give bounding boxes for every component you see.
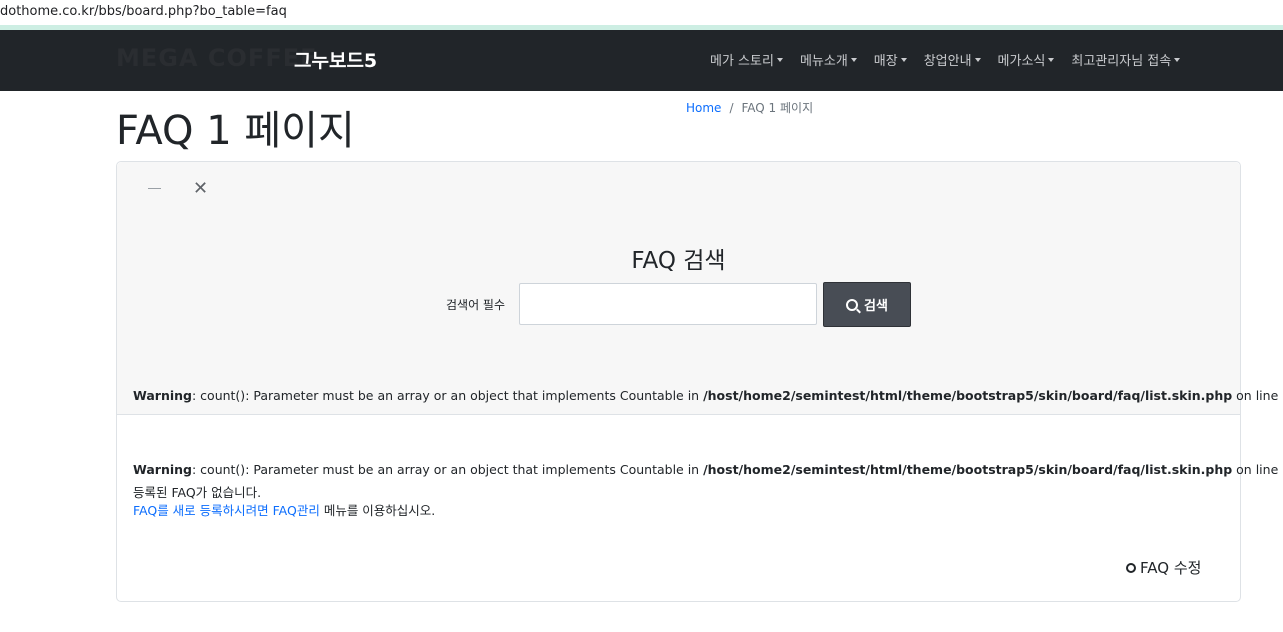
help-suffix: 메뉴를 이용하십시오. <box>319 503 436 518</box>
search-input[interactable] <box>519 283 817 325</box>
nav-item-admin[interactable]: 최고관리자님 접속 <box>1071 50 1181 69</box>
warning-message: : count(): Parameter must be an array or… <box>191 388 704 403</box>
breadcrumb: Home / FAQ 1 페이지 <box>686 99 813 116</box>
breadcrumb-separator: / <box>729 101 734 115</box>
faq-search-panel: ✕ FAQ 검색 검색어 필수 검색 <box>117 162 1240 415</box>
faq-edit-label: FAQ 수정 <box>1140 559 1202 577</box>
close-icon[interactable]: ✕ <box>193 180 208 198</box>
warning-on-line: on line <box>1232 462 1283 477</box>
nav-item-news[interactable]: 메가소식 <box>998 50 1055 69</box>
warning-message: : count(): Parameter must be an array or… <box>191 462 704 477</box>
warning-on-line: on line <box>1232 388 1283 403</box>
page-title: FAQ 1 페이지 <box>116 108 355 154</box>
warning-prefix: Warning <box>133 388 192 403</box>
nav-menu: 메가 스토리 메뉴소개 매장 창업안내 메가소식 최고관리자님 접속 <box>710 50 1197 69</box>
nav-item-label: 최고관리자님 접속 <box>1071 54 1172 69</box>
warning-prefix: Warning <box>133 462 192 477</box>
nav-item-label: 메가소식 <box>997 54 1046 69</box>
address-bar[interactable]: dothome.co.kr/bbs/board.php?bo_table=faq <box>0 0 1283 26</box>
warning-file: /host/home2/semintest/html/theme/bootstr… <box>703 462 1233 477</box>
nav-item-label: 매장 <box>873 54 898 69</box>
breadcrumb-current: FAQ 1 페이지 <box>741 101 814 115</box>
empty-message: 등록된 FAQ가 없습니다. <box>133 485 262 500</box>
search-button[interactable]: 검색 <box>823 282 911 327</box>
nav-item-label: 메뉴소개 <box>799 54 848 69</box>
help-message: FAQ를 새로 등록하시려면 FAQ관리 메뉴를 이용하십시오. <box>133 500 435 519</box>
nav-item-franchise[interactable]: 창업안내 <box>924 50 981 69</box>
logo-text: MEGA COFFEE <box>116 44 318 72</box>
search-title: FAQ 검색 <box>631 248 726 274</box>
caret-down-icon <box>1048 57 1055 62</box>
nav-item-menu-intro[interactable]: 메뉴소개 <box>800 50 857 69</box>
nav-item-label: 창업안내 <box>923 54 972 69</box>
brand-logo[interactable]: MEGA COFFEE <box>116 44 318 72</box>
caret-down-icon <box>1174 57 1181 62</box>
nav-item-label: 메가 스토리 <box>710 54 774 69</box>
site-title[interactable]: 그누보드5 <box>294 46 377 73</box>
php-warning: Warning: count(): Parameter must be an a… <box>133 388 1283 403</box>
warning-file: /host/home2/semintest/html/theme/bootstr… <box>703 388 1233 403</box>
gear-icon <box>1126 562 1136 573</box>
faq-card: ✕ FAQ 검색 검색어 필수 검색 Warning: count(): Par… <box>116 161 1283 602</box>
nav-item-mega-story[interactable]: 메가 스토리 <box>710 50 783 69</box>
breadcrumb-home-link[interactable]: Home <box>686 101 721 115</box>
top-navbar: MEGA COFFEE 그누보드5 메가 스토리 메뉴소개 매장 창업안내 메가… <box>0 30 1283 91</box>
caret-down-icon <box>974 57 981 62</box>
faq-edit-button[interactable]: FAQ 수정 <box>1126 557 1201 578</box>
caret-down-icon <box>900 57 907 62</box>
caret-down-icon <box>850 57 857 62</box>
nav-item-store[interactable]: 매장 <box>874 50 907 69</box>
search-button-label: 검색 <box>864 299 888 314</box>
search-icon <box>846 298 859 311</box>
caret-down-icon <box>776 57 783 62</box>
minimize-icon[interactable] <box>148 188 161 189</box>
search-label: 검색어 필수 <box>446 298 506 312</box>
url-text[interactable]: dothome.co.kr/bbs/board.php?bo_table=faq <box>0 4 287 19</box>
faq-admin-link[interactable]: FAQ를 새로 등록하시려면 FAQ관리 <box>133 503 320 518</box>
php-warning: Warning: count(): Parameter must be an a… <box>133 462 1283 477</box>
